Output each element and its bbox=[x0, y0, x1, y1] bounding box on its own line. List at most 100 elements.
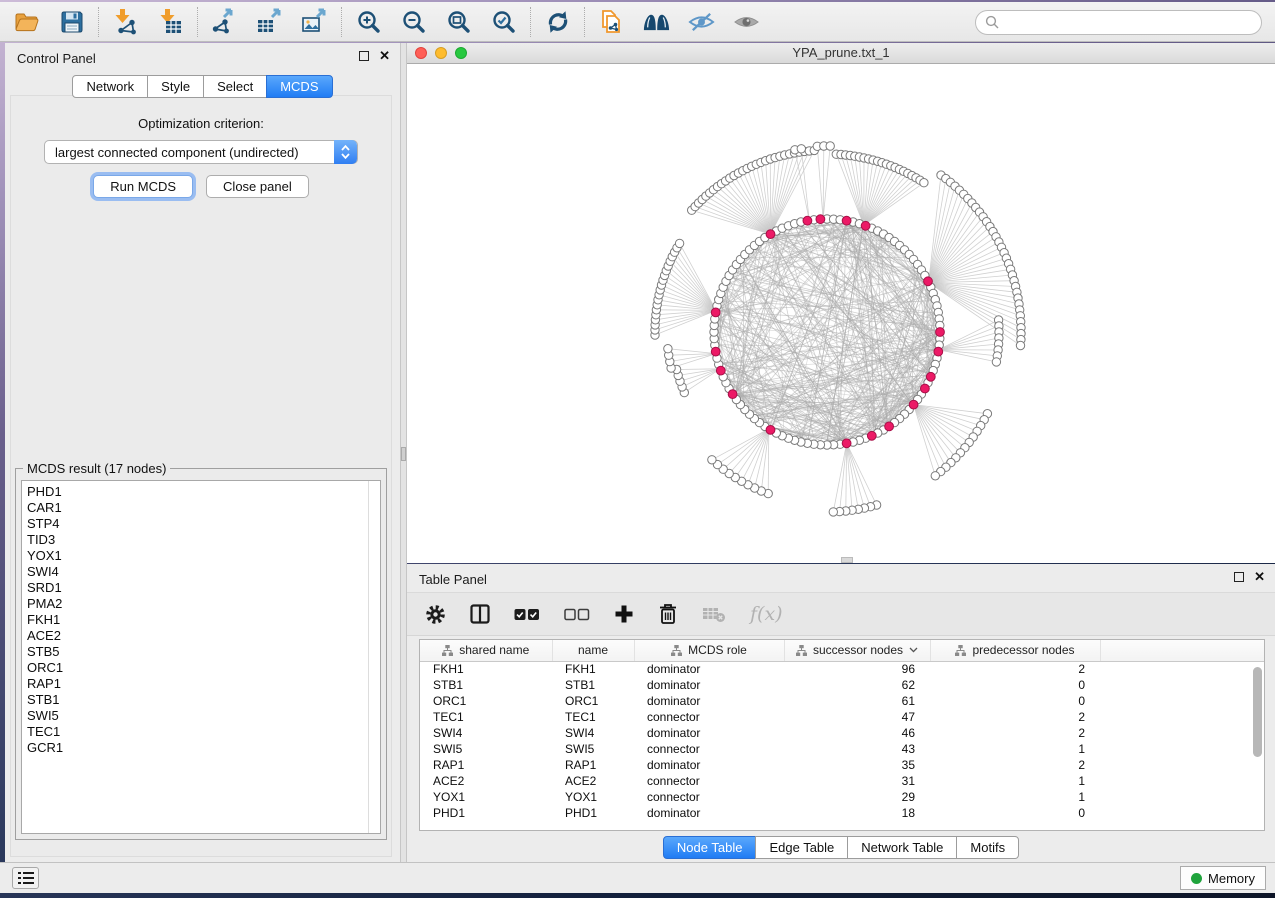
mcds-result-item[interactable]: STB1 bbox=[27, 692, 380, 708]
table-cell[interactable]: STB1 bbox=[420, 677, 552, 693]
table-cell[interactable]: 1 bbox=[930, 773, 1100, 789]
tab-select[interactable]: Select bbox=[203, 75, 267, 98]
mcds-result-item[interactable]: TID3 bbox=[27, 532, 380, 548]
horizontal-splitter-grabber[interactable] bbox=[841, 557, 853, 563]
column-header[interactable]: name bbox=[552, 640, 634, 661]
tab-edge-table[interactable]: Edge Table bbox=[755, 836, 848, 859]
table-cell[interactable]: 29 bbox=[784, 789, 930, 805]
mcds-result-item[interactable]: STP4 bbox=[27, 516, 380, 532]
network-canvas[interactable] bbox=[407, 64, 1275, 563]
export-image-icon[interactable] bbox=[301, 8, 328, 35]
network-graph[interactable] bbox=[407, 64, 1275, 563]
tab-network[interactable]: Network bbox=[72, 75, 148, 98]
mcds-result-item[interactable]: TEC1 bbox=[27, 724, 380, 740]
table-cell[interactable]: 18 bbox=[784, 805, 930, 821]
maximize-window-icon[interactable] bbox=[455, 47, 467, 59]
save-session-icon[interactable] bbox=[58, 8, 85, 35]
table-row[interactable]: TEC1TEC1connector472 bbox=[420, 709, 1264, 725]
mcds-result-item[interactable]: SWI5 bbox=[27, 708, 380, 724]
add-column-icon[interactable] bbox=[614, 602, 634, 626]
mcds-result-item[interactable]: FKH1 bbox=[27, 612, 380, 628]
deselect-all-rows-icon[interactable] bbox=[564, 602, 590, 626]
table-cell[interactable]: ORC1 bbox=[552, 693, 634, 709]
export-network-icon[interactable] bbox=[211, 8, 238, 35]
zoom-in-icon[interactable] bbox=[355, 8, 382, 35]
export-table-icon[interactable] bbox=[256, 8, 283, 35]
table-row[interactable]: ACE2ACE2connector311 bbox=[420, 773, 1264, 789]
memory-button[interactable]: Memory bbox=[1180, 866, 1266, 890]
select-first-neighbors-icon[interactable] bbox=[643, 8, 670, 35]
mcds-result-item[interactable]: SWI4 bbox=[27, 564, 380, 580]
vertical-splitter[interactable] bbox=[400, 43, 407, 862]
tab-motifs[interactable]: Motifs bbox=[956, 836, 1019, 859]
table-cell[interactable]: connector bbox=[634, 789, 784, 805]
zoom-out-icon[interactable] bbox=[400, 8, 427, 35]
table-cell[interactable]: TEC1 bbox=[552, 709, 634, 725]
tab-style[interactable]: Style bbox=[147, 75, 204, 98]
table-cell[interactable]: 1 bbox=[930, 789, 1100, 805]
zoom-selected-icon[interactable] bbox=[490, 8, 517, 35]
close-table-panel-icon[interactable]: ✕ bbox=[1254, 572, 1265, 582]
table-cell[interactable]: connector bbox=[634, 709, 784, 725]
close-panel-button[interactable]: Close panel bbox=[206, 175, 309, 198]
table-cell[interactable]: TEC1 bbox=[420, 709, 552, 725]
search-field[interactable] bbox=[975, 10, 1262, 35]
mcds-result-list[interactable]: PHD1CAR1STP4TID3YOX1SWI4SRD1PMA2FKH1ACE2… bbox=[21, 480, 381, 834]
show-log-button[interactable] bbox=[12, 867, 39, 889]
table-cell[interactable]: connector bbox=[634, 773, 784, 789]
duplicate-network-icon[interactable] bbox=[598, 8, 625, 35]
table-cell[interactable]: PHD1 bbox=[420, 805, 552, 821]
table-cell[interactable]: 2 bbox=[930, 725, 1100, 741]
table-cell[interactable]: 47 bbox=[784, 709, 930, 725]
table-cell[interactable]: RAP1 bbox=[552, 757, 634, 773]
column-header[interactable]: MCDS role bbox=[634, 640, 784, 661]
mcds-result-item[interactable]: ORC1 bbox=[27, 660, 380, 676]
table-row[interactable]: PHD1PHD1dominator180 bbox=[420, 805, 1264, 821]
table-cell[interactable]: dominator bbox=[634, 757, 784, 773]
delete-column-icon[interactable] bbox=[658, 602, 678, 626]
zoom-fit-icon[interactable] bbox=[445, 8, 472, 35]
table-row[interactable]: SWI5SWI5connector431 bbox=[420, 741, 1264, 757]
mcds-result-item[interactable]: SRD1 bbox=[27, 580, 380, 596]
minimize-window-icon[interactable] bbox=[435, 47, 447, 59]
table-cell[interactable]: 1 bbox=[930, 741, 1100, 757]
table-cell[interactable]: 2 bbox=[930, 757, 1100, 773]
table-cell[interactable]: ACE2 bbox=[420, 773, 552, 789]
table-cell[interactable]: YOX1 bbox=[552, 789, 634, 805]
mcds-result-item[interactable]: CAR1 bbox=[27, 500, 380, 516]
close-panel-icon[interactable]: ✕ bbox=[379, 51, 390, 61]
table-cell[interactable]: 31 bbox=[784, 773, 930, 789]
table-cell[interactable]: dominator bbox=[634, 693, 784, 709]
hide-selected-icon[interactable] bbox=[688, 8, 715, 35]
table-cell[interactable]: RAP1 bbox=[420, 757, 552, 773]
mcds-result-scrollbar[interactable] bbox=[368, 481, 380, 833]
select-all-rows-icon[interactable] bbox=[514, 602, 540, 626]
table-cell[interactable]: FKH1 bbox=[420, 661, 552, 677]
table-cell[interactable]: ORC1 bbox=[420, 693, 552, 709]
split-columns-icon[interactable] bbox=[470, 602, 490, 626]
show-all-icon[interactable] bbox=[733, 8, 760, 35]
table-cell[interactable]: 46 bbox=[784, 725, 930, 741]
table-cell[interactable]: SWI4 bbox=[552, 725, 634, 741]
import-table-icon[interactable] bbox=[157, 8, 184, 35]
close-window-icon[interactable] bbox=[415, 47, 427, 59]
mcds-result-item[interactable]: PMA2 bbox=[27, 596, 380, 612]
table-row[interactable]: ORC1ORC1dominator610 bbox=[420, 693, 1264, 709]
mcds-result-item[interactable]: YOX1 bbox=[27, 548, 380, 564]
table-cell[interactable]: FKH1 bbox=[552, 661, 634, 677]
table-cell[interactable]: dominator bbox=[634, 677, 784, 693]
mcds-result-item[interactable]: ACE2 bbox=[27, 628, 380, 644]
table-row[interactable]: FKH1FKH1dominator962 bbox=[420, 661, 1264, 677]
table-row[interactable]: YOX1YOX1connector291 bbox=[420, 789, 1264, 805]
table-settings-icon[interactable] bbox=[425, 602, 446, 626]
mcds-result-item[interactable]: GCR1 bbox=[27, 740, 380, 756]
table-cell[interactable]: SWI4 bbox=[420, 725, 552, 741]
column-header[interactable]: predecessor nodes bbox=[930, 640, 1100, 661]
table-cell[interactable]: dominator bbox=[634, 661, 784, 677]
table-cell[interactable]: SWI5 bbox=[420, 741, 552, 757]
table-cell[interactable]: 61 bbox=[784, 693, 930, 709]
run-mcds-button[interactable]: Run MCDS bbox=[93, 175, 193, 198]
table-cell[interactable]: STB1 bbox=[552, 677, 634, 693]
float-table-panel-icon[interactable] bbox=[1234, 572, 1244, 582]
mcds-result-item[interactable]: PHD1 bbox=[27, 484, 380, 500]
